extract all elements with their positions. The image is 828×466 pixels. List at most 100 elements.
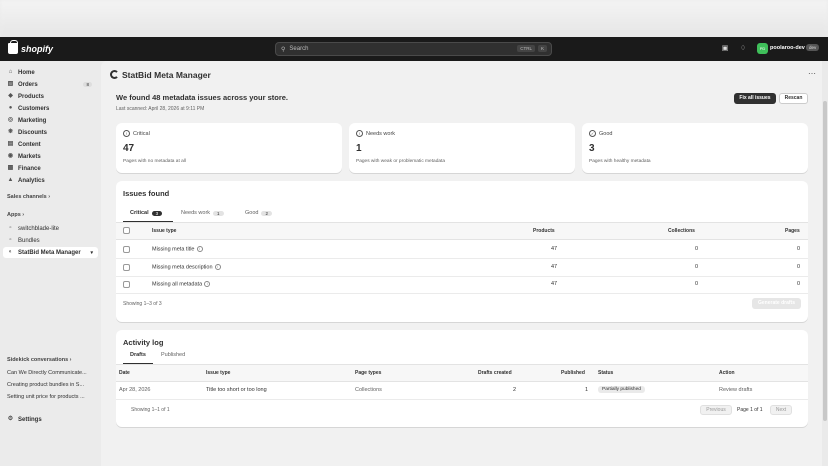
generate-drafts-button[interactable]: Generate drafts [752,298,801,309]
sidebar: ⌂ Home ▧ Orders 8 ◆ Products ● Customers ◎ Mar… [0,61,101,466]
issues-card [116,181,808,322]
row-checkbox[interactable] [123,281,130,288]
sidebar-item-home[interactable]: ⌂ Home [3,67,98,78]
sidebar-item-markets[interactable]: ◉ Markets [3,151,98,162]
issue-type-label: Missing all metadata [152,281,203,288]
activity-published: 1 [585,387,589,393]
finance-icon: ▩ [7,165,14,171]
conversation-item[interactable]: Creating product bundles in S... [7,382,84,388]
page-indicator: Page 1 of 1 [737,407,763,413]
previous-button[interactable]: Previous [700,405,732,415]
sidebar-app-bundles[interactable]: ▫ Bundles [3,235,98,246]
activity-pagination-summary: Showing 1–1 of 1 [131,407,170,413]
column-header: Status [598,370,614,376]
scrollbar[interactable] [822,61,828,466]
review-drafts-link[interactable]: Review drafts [719,387,752,393]
sidebar-item-content[interactable]: ▤ Content [3,139,98,150]
browser-chrome [0,0,828,37]
issues-pagination-summary: Showing 1–3 of 3 [123,301,162,307]
last-scanned: Last scanned: April 28, 2026 at 9:11 PM [116,106,205,112]
issue-type: Missing meta description i [152,264,221,270]
row-checkbox[interactable] [123,264,130,271]
stat-card-critical: ! Critical 47 Pages with no metadata at a… [116,123,342,173]
brand-name: shopify [21,43,54,54]
stat-value: 3 [589,143,595,154]
chevron-right-icon: › [48,194,51,200]
shortcut-key-k: K [537,45,547,52]
tab-label: Published [161,352,186,358]
column-header: Published [561,370,585,376]
tab-label: Drafts [130,352,146,358]
row-divider [116,399,808,400]
sidebar-item-label: Orders [18,81,38,88]
fix-all-button[interactable]: Fix all issues [734,93,776,104]
sidebar-app-statbid[interactable]: ◐ StatBid Meta Manager ▾ [3,247,98,258]
sidebar-item-marketing[interactable]: ◎ Marketing [3,115,98,126]
rescan-button[interactable]: Rescan [779,93,808,104]
store-name[interactable]: poolaroo-dev [770,45,805,51]
collections-count: 0 [695,264,699,270]
tab-good[interactable]: Good 2 [245,210,272,216]
tab-critical[interactable]: Critical 3 [130,210,163,216]
column-header: Pages [785,228,800,234]
products-icon: ◆ [8,93,13,99]
stat-value: 1 [356,143,362,154]
tab-drafts[interactable]: Drafts [130,352,146,358]
tab-count: 3 [151,210,163,216]
analytics-icon: ▲ [7,177,14,183]
store-icon[interactable]: ▣ [720,44,730,54]
row-divider [116,276,808,277]
info-icon[interactable]: i [204,281,211,287]
issue-type: Missing all metadata i [152,281,211,288]
column-header: Collections [668,228,695,234]
conversation-item[interactable]: Can We Directly Communicate... [7,370,87,376]
products-count: 47 [551,264,558,270]
markets-icon: ◉ [7,153,14,159]
info-icon[interactable]: i [214,264,221,270]
gear-icon: ⚙ [7,416,14,422]
sidebar-item-products[interactable]: ◆ Products [3,91,98,102]
scrollbar-thumb[interactable] [823,101,827,421]
products-count: 47 [551,246,558,252]
shopify-logo[interactable]: shopify [8,40,54,54]
tab-needs-work[interactable]: Needs work 1 [181,210,224,216]
products-count: 47 [551,281,558,287]
pages-count: 0 [797,281,801,287]
diamond-alert-icon: ! [123,130,130,137]
activity-date: Apr 28, 2026 [119,387,151,393]
sidebar-item-discounts[interactable]: ❋ Discounts [3,127,98,138]
bell-icon[interactable]: ♢ [738,44,748,54]
sidebar-item-orders[interactable]: ▧ Orders 8 [3,79,98,90]
activity-issue: Title too short or too long [206,387,267,393]
sidebar-item-label: Analytics [18,177,45,184]
sidebar-app-switchblade[interactable]: ▫ switchblade-lite [3,223,98,234]
stat-header: ! Critical [123,130,150,137]
column-header: Page types [355,370,382,376]
conversation-item[interactable]: Setting unit price for products ... [7,394,85,400]
sidebar-item-settings[interactable]: ⚙ Settings [3,414,98,425]
info-icon[interactable]: i [196,246,203,252]
search-input[interactable]: ⚲ Search CTRL K [275,42,552,56]
select-all-checkbox[interactable] [123,227,130,234]
tab-published[interactable]: Published [161,352,185,358]
app-icon: ▫ [9,237,12,243]
pin-icon[interactable]: ▾ [90,250,93,256]
sidebar-item-finance[interactable]: ▩ Finance [3,163,98,174]
apps-heading[interactable]: Apps › [7,212,24,218]
more-actions-icon[interactable]: ⋯ [808,69,816,78]
chevron-right-icon: › [22,212,25,218]
avatar[interactable]: PD [757,43,768,54]
sidebar-item-label: switchblade-lite [18,225,60,232]
sidebar-item-label: Markets [18,153,41,160]
row-checkbox[interactable] [123,246,130,253]
tab-count: 1 [213,210,224,216]
sidekick-heading[interactable]: Sidekick conversations › [7,357,72,363]
sidebar-item-label: Discounts [18,129,48,136]
customers-icon: ● [8,105,13,111]
sidebar-item-customers[interactable]: ● Customers [3,103,98,114]
sidebar-item-analytics[interactable]: ▲ Analytics [3,175,98,186]
sales-channels-heading[interactable]: Sales channels › [7,194,50,200]
next-button[interactable]: Next [770,405,792,415]
collections-count: 0 [695,281,699,287]
issues-title: Issues found [123,189,170,198]
